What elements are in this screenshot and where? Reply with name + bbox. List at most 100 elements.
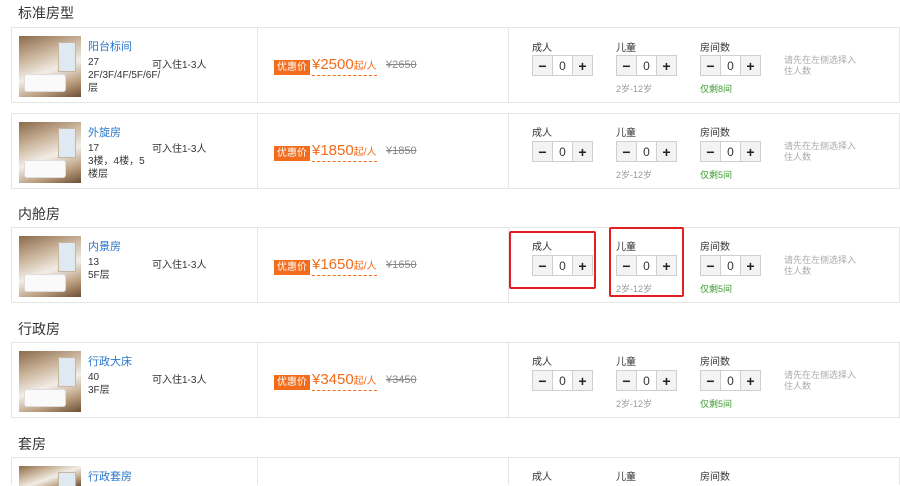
room-name-link[interactable]: 外旋房: [88, 124, 121, 140]
child-plus-button[interactable]: +: [657, 142, 676, 161]
child-plus-button[interactable]: +: [657, 56, 676, 75]
child-count[interactable]: 0: [636, 142, 657, 161]
price-value: ¥3450: [312, 371, 354, 388]
section-title-inside-cabin: 内舱房: [18, 206, 60, 222]
room-photo[interactable]: [19, 236, 81, 297]
price[interactable]: ¥3450起/人: [312, 371, 377, 391]
discount-badge: 优惠价: [274, 60, 310, 75]
rooms-label: 房间数: [700, 242, 730, 253]
original-price: ¥1650: [386, 259, 417, 271]
room-name-link[interactable]: 行政套房: [88, 468, 132, 484]
rooms-count[interactable]: 0: [720, 56, 741, 75]
rooms-label: 房间数: [700, 43, 730, 54]
select-guests-note: 请先在左侧选择入住人数: [784, 370, 857, 391]
rooms-count[interactable]: 0: [720, 371, 741, 390]
adult-minus-button[interactable]: −: [533, 371, 552, 390]
price-suffix: 起/人: [353, 261, 377, 272]
price[interactable]: ¥2500起/人: [312, 56, 377, 76]
room-area-floors: 27 2F/3F/4F/5F/6F/层: [88, 56, 160, 95]
room-photo[interactable]: [19, 351, 81, 412]
room-area-floors: 40 3F层: [88, 371, 152, 397]
room-name-link[interactable]: 内景房: [88, 238, 121, 254]
price[interactable]: ¥1850起/人: [312, 142, 377, 162]
adult-label: 成人: [532, 472, 552, 483]
rooms-plus-button[interactable]: +: [741, 256, 760, 275]
column-divider: [508, 28, 509, 102]
room-photo[interactable]: [19, 122, 81, 183]
adult-minus-button[interactable]: −: [533, 56, 552, 75]
room-card: 行政套房 成人 儿童 房间数: [11, 457, 900, 486]
room-floors: 3楼，4楼，5楼层: [88, 156, 145, 180]
room-area-floors: 13 5F层: [88, 256, 152, 282]
child-label: 儿童: [616, 43, 636, 54]
rooms-minus-button[interactable]: −: [701, 256, 720, 275]
price-suffix: 起/人: [353, 147, 377, 158]
adult-count[interactable]: 0: [552, 142, 573, 161]
child-count[interactable]: 0: [636, 56, 657, 75]
rooms-plus-button[interactable]: +: [741, 56, 760, 75]
rooms-plus-button[interactable]: +: [741, 142, 760, 161]
rooms-minus-button[interactable]: −: [701, 142, 720, 161]
child-age-hint: 2岁-12岁: [616, 170, 653, 180]
room-card: 行政大床 40 3F层 可入住1-3人 优惠价 ¥3450起/人 ¥3450 成人…: [11, 342, 900, 418]
original-price: ¥3450: [386, 374, 417, 386]
column-divider: [257, 28, 258, 102]
child-count[interactable]: 0: [636, 371, 657, 390]
select-guests-note: 请先在左侧选择入住人数: [784, 255, 857, 276]
room-card: 阳台标间 27 2F/3F/4F/5F/6F/层 可入住1-3人 优惠价 ¥250…: [11, 27, 900, 103]
column-divider: [508, 343, 509, 417]
room-photo[interactable]: [19, 36, 81, 97]
room-area-floors: 17 3楼，4楼，5楼层: [88, 142, 152, 181]
column-divider: [257, 458, 258, 485]
column-divider: [508, 114, 509, 188]
adult-plus-button[interactable]: +: [573, 142, 592, 161]
child-minus-button[interactable]: −: [617, 371, 636, 390]
adult-plus-button[interactable]: +: [573, 371, 592, 390]
child-label: 儿童: [616, 472, 636, 483]
price[interactable]: ¥1650起/人: [312, 256, 377, 276]
rooms-minus-button[interactable]: −: [701, 371, 720, 390]
child-age-hint: 2岁-12岁: [616, 399, 653, 409]
room-area: 13: [88, 257, 100, 268]
original-price: ¥2650: [386, 59, 417, 71]
select-guests-note: 请先在左侧选择入住人数: [784, 55, 857, 76]
child-stepper: − 0 +: [616, 141, 677, 162]
rooms-count[interactable]: 0: [720, 142, 741, 161]
rooms-stepper: − 0 +: [700, 141, 761, 162]
room-floors: 3F层: [88, 385, 110, 396]
adult-plus-button[interactable]: +: [573, 56, 592, 75]
price-suffix: 起/人: [353, 61, 377, 72]
adult-minus-button[interactable]: −: [533, 142, 552, 161]
child-label: 儿童: [616, 357, 636, 368]
rooms-minus-button[interactable]: −: [701, 56, 720, 75]
room-floors: 5F层: [88, 270, 110, 281]
discount-badge: 优惠价: [274, 260, 310, 275]
room-name-link[interactable]: 行政大床: [88, 353, 132, 369]
room-area: 40: [88, 372, 100, 383]
room-name-link[interactable]: 阳台标间: [88, 38, 132, 54]
child-age-hint: 2岁-12岁: [616, 84, 653, 94]
rooms-label: 房间数: [700, 357, 730, 368]
section-title-suite: 套房: [18, 436, 46, 452]
adult-highlight-box: [509, 231, 596, 289]
adult-label: 成人: [532, 128, 552, 139]
original-price: ¥1850: [386, 145, 417, 157]
column-divider: [508, 458, 509, 485]
rooms-label: 房间数: [700, 472, 730, 483]
adult-count[interactable]: 0: [552, 56, 573, 75]
rooms-count[interactable]: 0: [720, 256, 741, 275]
room-photo[interactable]: [19, 466, 81, 486]
adult-count[interactable]: 0: [552, 371, 573, 390]
section-title-standard: 标准房型: [18, 5, 74, 21]
child-stepper: − 0 +: [616, 370, 677, 391]
child-plus-button[interactable]: +: [657, 371, 676, 390]
child-stepper: − 0 +: [616, 55, 677, 76]
child-minus-button[interactable]: −: [617, 142, 636, 161]
adult-label: 成人: [532, 357, 552, 368]
adult-stepper: − 0 +: [532, 141, 593, 162]
room-capacity: 可入住1-3人: [152, 375, 207, 386]
column-divider: [257, 114, 258, 188]
rooms-plus-button[interactable]: +: [741, 371, 760, 390]
room-capacity: 可入住1-3人: [152, 260, 207, 271]
child-minus-button[interactable]: −: [617, 56, 636, 75]
